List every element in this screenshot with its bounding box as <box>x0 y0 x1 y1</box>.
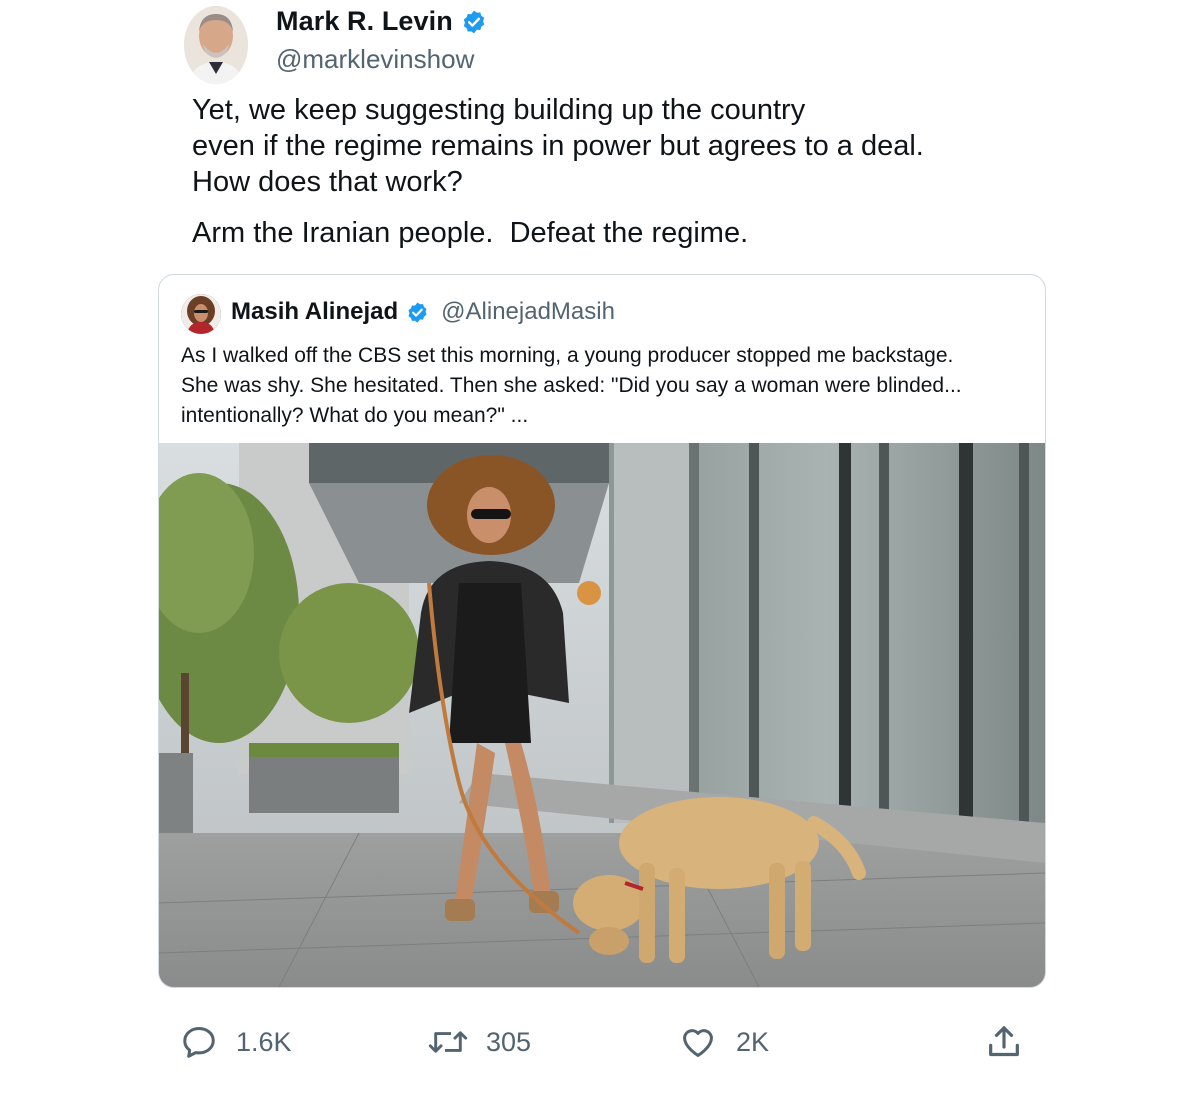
like-count: 2K <box>736 1026 770 1057</box>
quote-author[interactable]: Masih Alinejad @AlinejadMasih <box>231 298 615 326</box>
quoted-tweet-card[interactable]: Masih Alinejad @AlinejadMasih As I walke… <box>158 274 1046 988</box>
retweet-icon <box>428 1023 468 1061</box>
quote-author-name: Masih Alinejad <box>231 298 399 325</box>
quote-author-avatar[interactable] <box>181 294 221 334</box>
tweet: Mark R. Levin @marklevinshow Yet, we kee… <box>0 0 1200 1097</box>
verified-badge-icon <box>406 301 429 324</box>
author-handle[interactable]: @marklevinshow <box>276 44 474 75</box>
retweet-count: 305 <box>486 1026 532 1057</box>
retweet-button[interactable]: 305 <box>428 1018 531 1066</box>
tweet-line: even if the regime remains in power but … <box>192 130 924 162</box>
like-button[interactable]: 2K <box>678 1018 769 1066</box>
share-button[interactable] <box>984 1018 1024 1066</box>
quote-text: As I walked off the CBS set this morning… <box>181 341 1031 431</box>
author-name-text: Mark R. Levin <box>276 6 453 36</box>
quote-line: As I walked off the CBS set this morning… <box>181 344 954 367</box>
share-icon <box>984 1022 1024 1062</box>
author-avatar[interactable] <box>184 6 248 84</box>
like-icon <box>678 1023 718 1061</box>
reply-count: 1.6K <box>236 1026 292 1057</box>
tweet-text: Yet, we keep suggesting building up the … <box>192 92 1092 251</box>
quote-line: intentionally? What do you mean?" ... <box>181 404 529 427</box>
tweet-line: How does that work? <box>192 166 463 198</box>
author-name[interactable]: Mark R. Levin <box>276 6 487 37</box>
tweet-second-paragraph: Arm the Iranian people. Defeat the regim… <box>192 217 749 249</box>
reply-icon <box>180 1023 218 1061</box>
verified-badge-icon <box>461 9 487 35</box>
quote-line: She was shy. She hesitated. Then she ask… <box>181 374 962 397</box>
tweet-actions: 1.6K 305 2K <box>0 1018 1200 1066</box>
tweet-line: Yet, we keep suggesting building up the … <box>192 94 806 126</box>
quote-author-handle: @AlinejadMasih <box>441 298 615 325</box>
quote-photo[interactable] <box>159 443 1045 987</box>
reply-button[interactable]: 1.6K <box>180 1018 292 1066</box>
